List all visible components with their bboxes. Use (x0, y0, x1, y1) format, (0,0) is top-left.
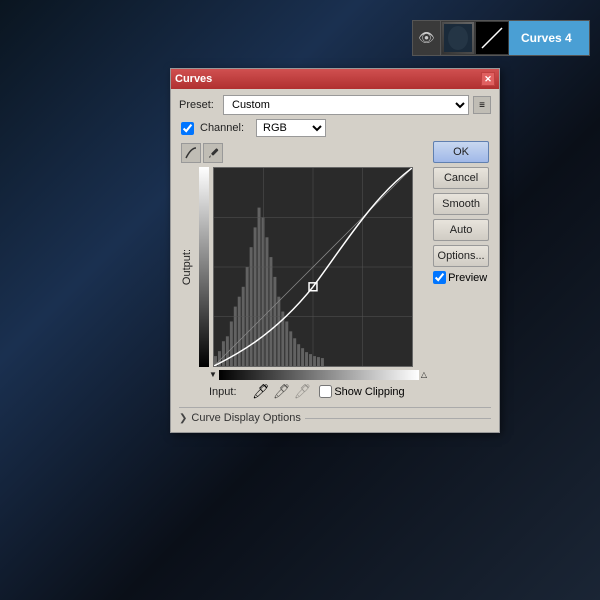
curve-tool-button[interactable] (181, 143, 201, 163)
layer-visibility-toggle[interactable]: 👁 (413, 21, 441, 55)
preset-label: Preset: (179, 99, 219, 111)
close-button[interactable]: ✕ (481, 72, 495, 86)
gray-point-eyedropper[interactable]: 🖊 (273, 383, 291, 400)
gradient-row: ▼ △ (209, 369, 427, 380)
dialog-body: Preset: Custom ≡ Channel: RGB Red Green … (171, 89, 499, 432)
auto-button[interactable]: Auto (433, 219, 489, 241)
main-area: Output: (179, 141, 491, 401)
output-gradient-bar (199, 167, 209, 367)
show-clipping-area: Preview Show Clipping (319, 385, 404, 398)
layer-name[interactable]: Curves 4 (509, 21, 589, 55)
black-point-eyedropper[interactable]: 🖊 (252, 383, 270, 400)
channel-checkbox[interactable] (181, 122, 194, 135)
layer-thumbnail-curves (476, 22, 508, 54)
channel-row: Channel: RGB Red Green Blue (179, 119, 491, 137)
white-point-eyedropper[interactable]: 🖊 (294, 383, 312, 400)
preset-select[interactable]: Custom (223, 95, 469, 115)
show-clipping-checkbox[interactable] (319, 385, 332, 398)
curve-display-options-label: Curve Display Options (191, 412, 300, 424)
divider-line (305, 418, 491, 419)
expand-icon[interactable]: ❯ (179, 413, 187, 424)
highlight-triangle[interactable]: △ (421, 370, 427, 379)
curve-and-output: Output: (179, 167, 427, 367)
preset-row: Preset: Custom ≡ (179, 95, 491, 115)
close-icon: ✕ (484, 74, 492, 85)
channel-label: Channel: (200, 122, 252, 134)
smooth-button[interactable]: Smooth (433, 193, 489, 215)
output-label-area: Output: (179, 167, 195, 367)
eyedroppers-group: 🖊 🖊 🖊 (252, 383, 311, 400)
pencil-tool-button[interactable] (203, 143, 223, 163)
layer-thumbnail-base (442, 22, 474, 54)
right-buttons: OK Cancel Smooth Auto Options... Preview (433, 141, 489, 284)
grid-svg (214, 168, 412, 366)
tool-icons-row (179, 141, 427, 165)
dialog-title: Curves (175, 73, 212, 85)
channel-select[interactable]: RGB Red Green Blue (256, 119, 326, 137)
eye-icon: 👁 (418, 30, 435, 46)
preview-checkbox[interactable] (433, 271, 446, 284)
cancel-button[interactable]: Cancel (433, 167, 489, 189)
input-row: Input: 🖊 🖊 🖊 Preview Show Clipping (209, 382, 427, 401)
shadow-triangle[interactable]: ▼ (209, 370, 217, 379)
preset-options-button[interactable]: ≡ (473, 96, 491, 114)
curve-canvas[interactable] (213, 167, 413, 367)
curve-display-options: ❯ Curve Display Options (179, 407, 491, 426)
left-section: Output: (179, 141, 427, 401)
output-label: Output: (181, 249, 193, 285)
show-clipping-text: Show Clipping (334, 386, 404, 398)
options-button[interactable]: Options... (433, 245, 489, 267)
preview-row: Preview (433, 271, 489, 284)
gear-icon: ≡ (479, 100, 485, 111)
preview-label: Preview (448, 272, 487, 284)
input-label: Input: (209, 386, 244, 398)
input-gradient-bar (219, 370, 419, 380)
curves-dialog: Curves ✕ Preset: Custom ≡ Channel: RGB R… (170, 68, 500, 433)
dialog-titlebar: Curves ✕ (171, 69, 499, 89)
ok-button[interactable]: OK (433, 141, 489, 163)
layer-panel: 👁 Curves 4 (412, 20, 590, 56)
